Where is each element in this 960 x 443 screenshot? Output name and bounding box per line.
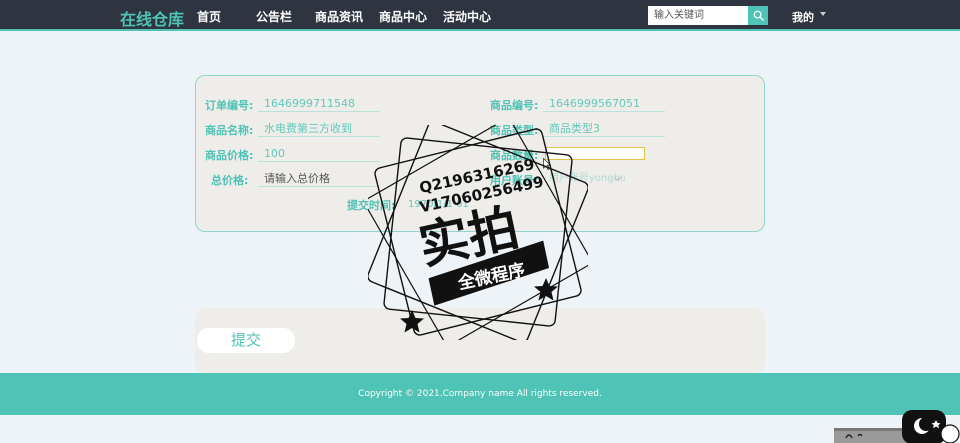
watermark-stamp: Q2196316269 V17060256499 实拍 全微程序 <box>368 125 588 340</box>
product-number-label: 商品编号: <box>490 99 539 112</box>
user-menu[interactable]: 我的 <box>792 9 814 25</box>
nav-item-product-center[interactable]: 商品中心 <box>379 8 427 25</box>
product-name-field[interactable]: 水电费第三方收到 <box>258 121 380 137</box>
nav-item-product-news[interactable]: 商品资讯 <box>315 8 363 25</box>
chevron-down-icon <box>820 12 826 16</box>
product-number-field[interactable]: 1646999567051 <box>543 96 665 112</box>
submit-button[interactable]: 提交 <box>197 328 295 353</box>
total-price-input[interactable]: 请输入总价格 <box>258 171 380 187</box>
site-logo[interactable]: 在线仓库 <box>120 6 184 30</box>
product-price-field[interactable]: 100 <box>258 146 380 162</box>
total-price-label: 总价格: <box>211 174 249 187</box>
order-number-label: 订单编号: <box>205 99 254 112</box>
search-button[interactable] <box>748 6 768 25</box>
star-icon <box>534 278 558 301</box>
mascot-icon[interactable] <box>832 408 960 443</box>
search-input[interactable] <box>648 6 748 25</box>
nav-item-home[interactable]: 首页 <box>197 8 221 25</box>
star-icon <box>400 310 424 333</box>
product-price-label: 商品价格: <box>205 149 254 162</box>
top-navbar: 在线仓库 首页 公告栏 商品资讯 商品中心 活动中心 我的 <box>0 0 960 31</box>
nav-item-announcements[interactable]: 公告栏 <box>256 8 292 25</box>
order-number-field[interactable]: 1646999711548 <box>258 96 380 112</box>
footer-copyright: Copyright © 2021.Company name All rights… <box>0 373 960 415</box>
search-icon <box>753 10 764 21</box>
nav-item-activity-center[interactable]: 活动中心 <box>443 8 491 25</box>
product-name-label: 商品名称: <box>205 124 254 137</box>
